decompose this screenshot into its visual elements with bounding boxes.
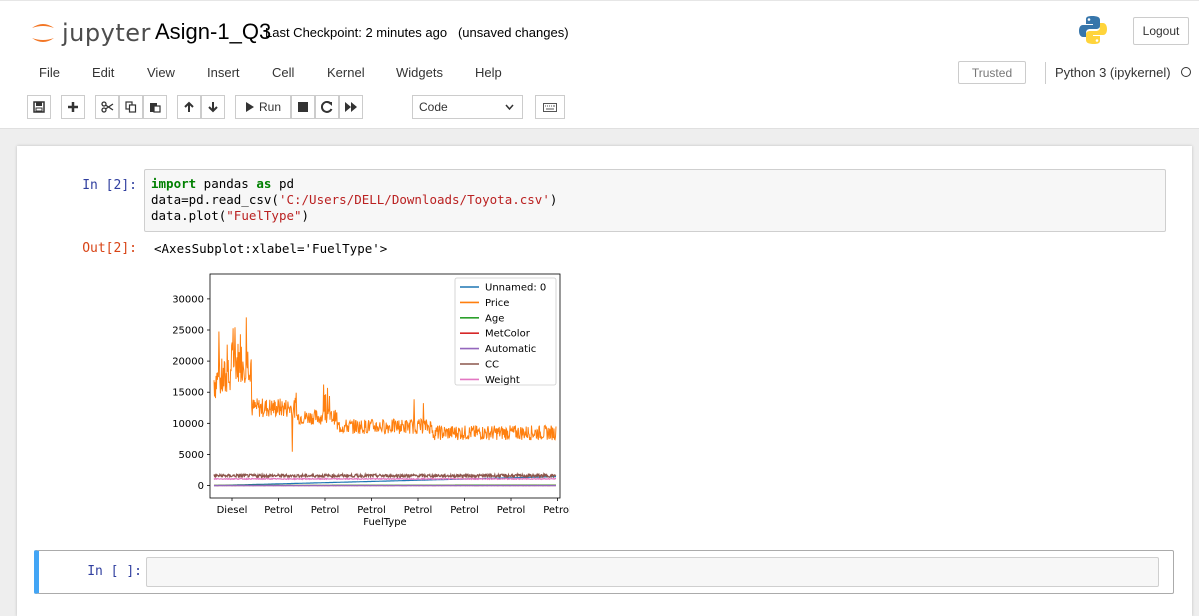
x-tick-label: Petrol bbox=[450, 505, 479, 516]
jupyter-logo-icon bbox=[32, 24, 54, 42]
insert-cell-button[interactable] bbox=[61, 95, 85, 119]
legend-label: Weight bbox=[485, 375, 520, 386]
series-line-weight bbox=[213, 477, 556, 481]
code-text: pandas bbox=[196, 176, 257, 191]
kernel-separator bbox=[1045, 62, 1046, 84]
code-string: "FuelType" bbox=[226, 208, 302, 223]
plus-icon bbox=[68, 102, 78, 112]
y-tick-label: 0 bbox=[198, 481, 204, 492]
kernel-name[interactable]: Python 3 (ipykernel) bbox=[1055, 65, 1171, 80]
cut-button[interactable] bbox=[95, 95, 119, 119]
keyboard-icon bbox=[543, 102, 557, 112]
y-tick-label: 10000 bbox=[172, 419, 204, 430]
restart-icon bbox=[321, 101, 333, 113]
top-border bbox=[0, 0, 1199, 1]
y-tick-label: 25000 bbox=[172, 326, 204, 337]
menu-edit[interactable]: Edit bbox=[92, 65, 114, 80]
cell-2-input-prompt: In [ ]: bbox=[87, 564, 142, 579]
python-logo-icon bbox=[1079, 16, 1107, 44]
code-string: 'C:/Users/DELL/Downloads/Toyota.csv' bbox=[278, 192, 550, 207]
trusted-indicator[interactable]: Trusted bbox=[958, 61, 1026, 84]
legend-label: MetColor bbox=[485, 329, 531, 340]
command-palette-button[interactable] bbox=[535, 95, 565, 119]
checkpoint-status: Last Checkpoint: 2 minutes ago (unsaved … bbox=[265, 25, 569, 40]
cell-1-code-editor[interactable]: import pandas as pd data=pd.read_csv('C:… bbox=[144, 169, 1166, 232]
logout-button[interactable]: Logout bbox=[1133, 17, 1189, 45]
cell-type-value: Code bbox=[419, 100, 448, 114]
x-axis-label: FuelType bbox=[363, 517, 406, 528]
code-keyword: as bbox=[256, 176, 272, 191]
menu-help[interactable]: Help bbox=[475, 65, 502, 80]
legend-label: Automatic bbox=[485, 344, 536, 355]
cell-2[interactable]: In [ ]: bbox=[34, 550, 1174, 594]
chevron-down-icon bbox=[505, 104, 514, 111]
notebook-container: In [2]: import pandas as pd data=pd.read… bbox=[17, 146, 1192, 616]
cut-icon bbox=[100, 101, 113, 113]
cell-1-output-text: <AxesSubplot:xlabel='FuelType'> bbox=[154, 241, 388, 256]
jupyter-logo[interactable]: jupyter bbox=[30, 18, 151, 48]
run-label: Run bbox=[258, 100, 281, 114]
cell-1-input-prompt: In [2]: bbox=[82, 178, 137, 193]
menu-insert[interactable]: Insert bbox=[207, 65, 240, 80]
y-tick-label: 5000 bbox=[179, 450, 204, 461]
x-tick-label: Petrol bbox=[357, 505, 386, 516]
x-tick-label: Petrol bbox=[497, 505, 526, 516]
y-tick-label: 15000 bbox=[172, 388, 204, 399]
cell-1-output-prompt: Out[2]: bbox=[82, 241, 137, 256]
code-text: ) bbox=[301, 208, 310, 223]
paste-icon bbox=[150, 103, 161, 113]
code-line-3: data.plot("FuelType") bbox=[151, 208, 309, 223]
move-down-button[interactable] bbox=[201, 95, 225, 119]
toolbar: Run Code bbox=[27, 95, 1187, 121]
code-text: ) bbox=[549, 192, 558, 207]
jupyter-logo-text: jupyter bbox=[62, 19, 151, 47]
menu-view[interactable]: View bbox=[147, 65, 175, 80]
restart-run-all-button[interactable] bbox=[339, 95, 363, 119]
restart-button[interactable] bbox=[315, 95, 339, 119]
save-icon bbox=[33, 101, 45, 113]
kernel-idle-indicator bbox=[1181, 67, 1191, 77]
checkpoint-text: Last Checkpoint: 2 minutes ago bbox=[265, 25, 448, 40]
cell-type-select[interactable]: Code bbox=[412, 95, 523, 119]
output-chart: 0 5000 10000 15000 20000 25000 30000 Diesel Petr… bbox=[172, 273, 570, 528]
run-icon bbox=[245, 102, 254, 112]
code-keyword: import bbox=[151, 176, 197, 191]
x-tick-label: Diesel bbox=[217, 505, 248, 516]
move-up-button[interactable] bbox=[177, 95, 201, 119]
legend-label: Age bbox=[485, 313, 504, 324]
save-button[interactable] bbox=[27, 95, 51, 119]
notebook-name[interactable]: Asign-1_Q3 bbox=[155, 19, 271, 45]
interrupt-button[interactable] bbox=[291, 95, 315, 119]
menu-kernel[interactable]: Kernel bbox=[327, 65, 365, 80]
copy-icon bbox=[125, 101, 137, 113]
x-tick-label: Petrol bbox=[543, 505, 570, 516]
x-tick-label: Petrol bbox=[404, 505, 433, 516]
menu-bar: File Edit View Insert Cell Kernel Widget… bbox=[13, 58, 1199, 88]
cell-2-code-editor[interactable] bbox=[146, 557, 1159, 587]
legend-label: CC bbox=[485, 360, 499, 371]
unsaved-changes-text: (unsaved changes) bbox=[457, 25, 569, 40]
menu-file[interactable]: File bbox=[39, 65, 60, 80]
x-tick-label: Petrol bbox=[311, 505, 340, 516]
notebook-header: jupyter Asign-1_Q3 Last Checkpoint: 2 mi… bbox=[0, 0, 1199, 129]
code-line-1: import pandas as pd bbox=[151, 176, 294, 191]
copy-button[interactable] bbox=[119, 95, 143, 119]
x-tick-label: Petrol bbox=[264, 505, 293, 516]
code-text: data.plot( bbox=[151, 208, 227, 223]
legend-label: Unnamed: 0 bbox=[485, 283, 546, 294]
menu-cell[interactable]: Cell bbox=[272, 65, 294, 80]
code-text: data=pd.read_csv( bbox=[151, 192, 279, 207]
paste-button[interactable] bbox=[143, 95, 167, 119]
fast-forward-icon bbox=[345, 102, 357, 112]
stop-icon bbox=[298, 102, 308, 112]
code-text: pd bbox=[271, 176, 295, 191]
legend-label: Price bbox=[485, 298, 509, 309]
arrow-up-icon bbox=[184, 101, 194, 112]
menu-widgets[interactable]: Widgets bbox=[396, 65, 443, 80]
code-line-2: data=pd.read_csv('C:/Users/DELL/Download… bbox=[151, 192, 557, 207]
y-tick-label: 30000 bbox=[172, 294, 204, 305]
run-button[interactable]: Run bbox=[235, 95, 291, 119]
arrow-down-icon bbox=[208, 102, 218, 113]
y-tick-label: 20000 bbox=[172, 357, 204, 368]
